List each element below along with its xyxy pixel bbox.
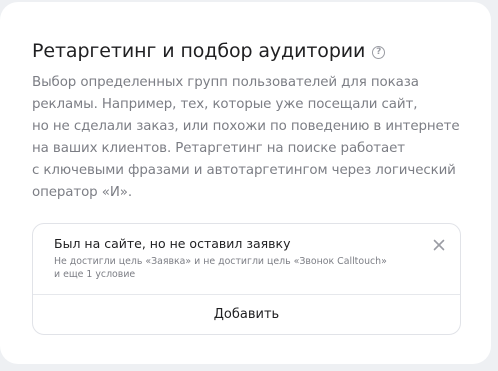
add-button[interactable]: Добавить <box>33 295 460 334</box>
description-line: рекламы. Например, тех, которые уже посе… <box>32 97 418 112</box>
close-icon[interactable] <box>432 238 446 252</box>
description-line: Выбор определенных групп пользователей д… <box>32 75 419 90</box>
description-line: но не сделали заказ, или похожи по повед… <box>32 119 460 134</box>
condition-item[interactable]: Был на сайте, но не оставил заявку Не до… <box>33 224 460 295</box>
retargeting-card: Ретаргетинг и подбор аудитории ? Выбор о… <box>0 2 491 364</box>
condition-title: Был на сайте, но не оставил заявку <box>54 236 291 251</box>
section-header: Ретаргетинг и подбор аудитории ? <box>32 40 386 62</box>
description-line: на ваших клиентов. Ретаргетинг на поиске… <box>32 141 405 156</box>
section-title: Ретаргетинг и подбор аудитории <box>32 40 366 62</box>
section-description: Выбор определенных групп пользователей д… <box>32 72 462 204</box>
description-line: оператор «И». <box>32 185 132 200</box>
condition-details-line: и еще 1 условие <box>54 269 136 280</box>
description-line: с ключевыми фразами и автотаргетингом че… <box>32 163 456 178</box>
condition-details: Не достигли цель «Заявка» и не достигли … <box>54 255 387 281</box>
question-circle-icon[interactable]: ? <box>372 45 386 59</box>
condition-details-line: Не достигли цель «Заявка» и не достигли … <box>54 256 387 267</box>
audience-conditions-box: Был на сайте, но не оставил заявку Не до… <box>32 223 461 335</box>
